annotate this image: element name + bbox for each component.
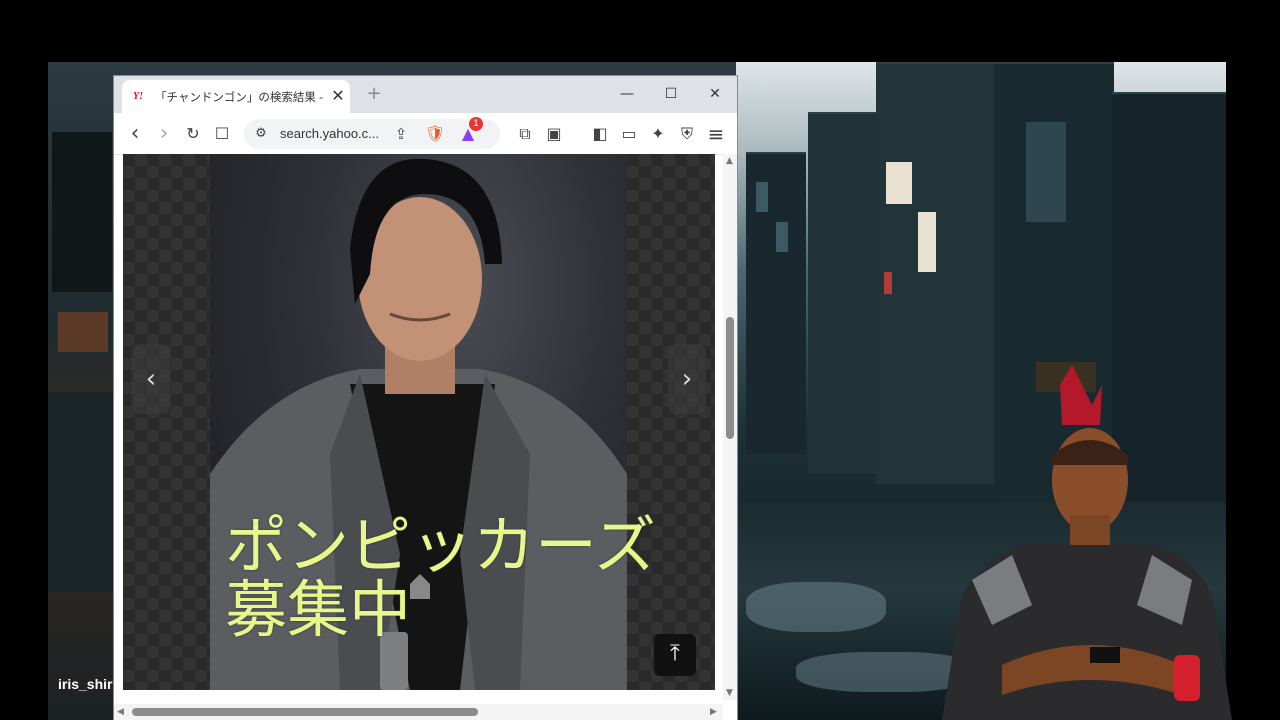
browser-window: Y! 「チャンドンゴン」の検索結果 - Yahoo ✕ + — ☐ ✕ ‹ › … (114, 76, 737, 720)
minimize-button[interactable]: — (613, 84, 641, 104)
share-icon[interactable]: ⇪ (390, 123, 412, 145)
horizontal-scroll-thumb[interactable] (132, 708, 478, 716)
reload-button[interactable]: ↻ (182, 123, 204, 145)
back-button[interactable]: ‹ (124, 123, 146, 145)
recruitment-overlay-text: ポンピッカーズ 募集中 (225, 514, 656, 642)
wallet-icon[interactable]: ▭ (618, 123, 640, 145)
tab-yahoo-search[interactable]: Y! 「チャンドンゴン」の検索結果 - Yahoo ✕ (122, 80, 350, 113)
reader-mode-icon[interactable]: ▣ (543, 123, 565, 145)
thumbnail-strip (123, 690, 715, 704)
extensions-icon[interactable]: ⧉ (514, 123, 536, 145)
tab-title: 「チャンドンゴン」の検索結果 - Yahoo (155, 92, 323, 104)
previous-image-button[interactable]: ‹ (132, 344, 170, 414)
rewards-badge: 1 (469, 117, 483, 131)
menu-icon[interactable]: ≡ (705, 123, 727, 145)
vertical-scroll-thumb[interactable] (726, 317, 734, 439)
close-window-button[interactable]: ✕ (701, 84, 729, 104)
city-left-backdrop (48, 62, 118, 720)
image-viewer: ‹ › ポンピッカーズ 募集中 ⤒ (123, 154, 715, 690)
brave-shields-icon[interactable]: 🛡 (424, 123, 446, 145)
back-to-top-button[interactable]: ⤒ (654, 634, 696, 676)
maximize-button[interactable]: ☐ (657, 84, 685, 104)
vertical-scrollbar[interactable]: ▲ ▼ (723, 154, 737, 700)
vpn-icon[interactable]: ⛨ (676, 123, 698, 145)
scroll-down-icon[interactable]: ▼ (726, 688, 733, 698)
forward-button[interactable]: › (153, 123, 175, 145)
tab-close-icon[interactable]: ✕ (329, 87, 347, 105)
scroll-right-icon[interactable]: ▶ (710, 707, 717, 717)
scroll-up-icon[interactable]: ▲ (726, 156, 733, 166)
site-info-icon[interactable]: ⚙ (250, 123, 272, 145)
yahoo-favicon-icon: Y! (133, 91, 143, 102)
leo-ai-icon[interactable]: ✦ (647, 123, 669, 145)
overlay-line-1: ポンピッカーズ (225, 509, 656, 582)
tab-bar: Y! 「チャンドンゴン」の検索結果 - Yahoo ✕ + — ☐ ✕ (114, 76, 737, 113)
avatar-character (942, 365, 1232, 720)
sidebar-icon[interactable]: ◧ (589, 123, 611, 145)
stream-username-label: iris_shir (52, 673, 119, 695)
horizontal-scrollbar[interactable]: ◀ ▶ (114, 704, 723, 720)
overlay-line-2: 募集中 (225, 573, 412, 646)
next-image-button[interactable]: › (668, 344, 706, 414)
bookmark-button[interactable]: ☐ (211, 123, 233, 145)
url-text[interactable]: search.yahoo.c... (280, 126, 379, 141)
new-tab-button[interactable]: + (364, 84, 384, 104)
scroll-left-icon[interactable]: ◀ (117, 707, 124, 717)
browser-toolbar: ‹ › ↻ ☐ ⚙ search.yahoo.c... ⇪ 🛡 ▲ 1 ⧉ ▣ … (114, 113, 737, 155)
